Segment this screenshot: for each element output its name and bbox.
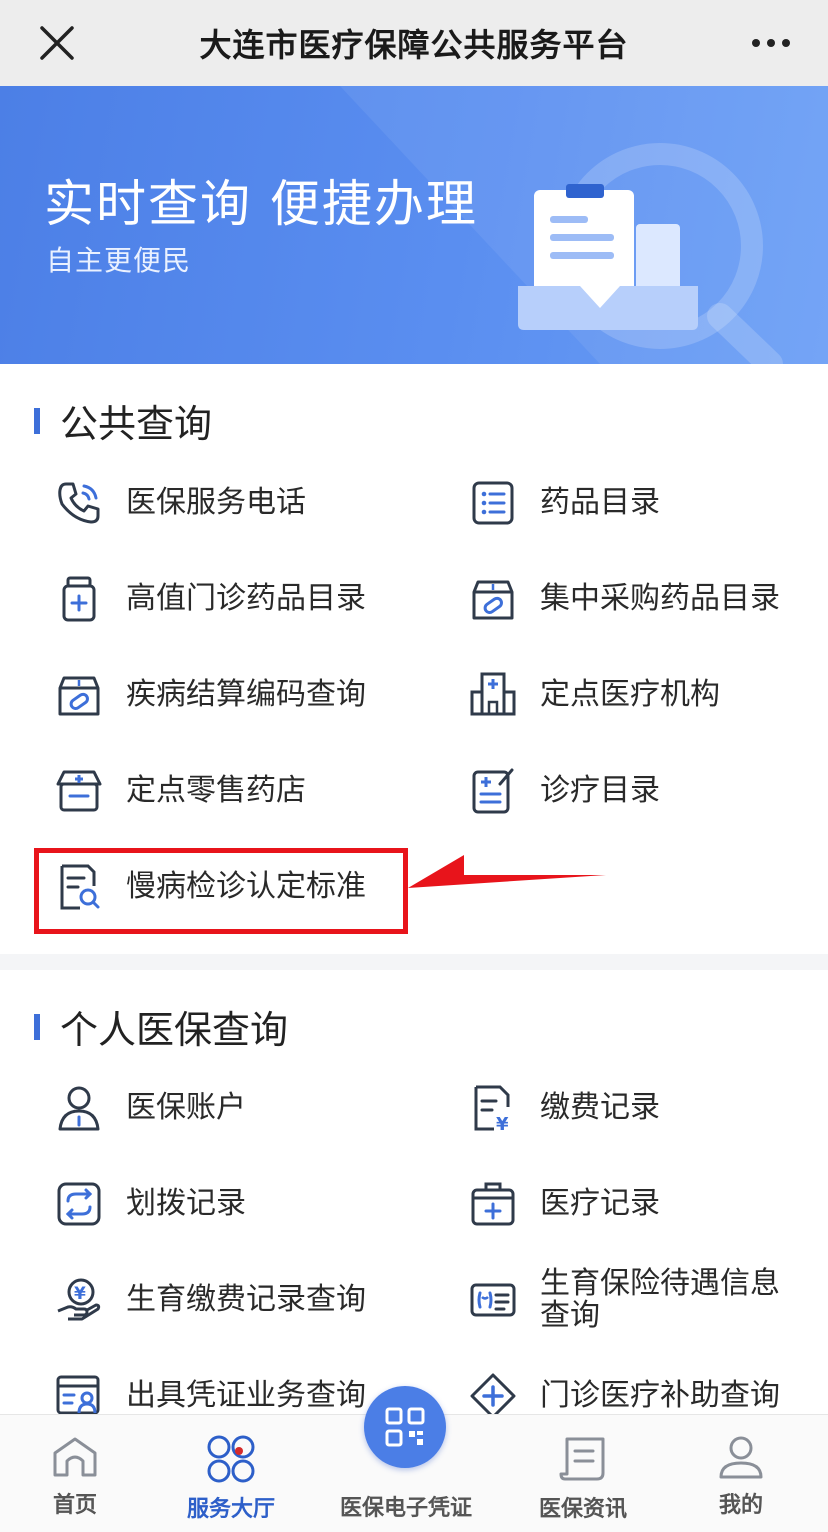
item-maternity-benefit-info[interactable]: 生育保险待遇信息查询 [468,1265,798,1335]
pointer-arrow-icon [408,855,606,888]
section-accent-bar [34,407,40,434]
section-title-text: 公共查询 [60,402,213,446]
item-designated-pharmacy[interactable]: 定点零售药店 [54,756,306,826]
section-title-public-query: 公共查询 [34,393,212,448]
hand-coin-icon: ¥ [57,1278,101,1321]
item-label: 医疗记录 [540,1186,660,1221]
item-label: 划拨记录 [126,1186,246,1221]
svg-text:¥: ¥ [496,1114,509,1133]
payment-document-icon: ¥ [474,1085,510,1133]
item-label: 缴费记录 [540,1090,660,1125]
item-treatment-catalog[interactable]: 诊疗目录 [468,756,660,826]
medicine-box-icon [58,676,100,716]
home-icon [53,1437,97,1477]
item-label: 疾病结算编码查询 [126,677,366,712]
hero-banner: 实时查询 便捷办理 自主更便民 [0,86,828,364]
item-designated-medical-institution[interactable]: 定点医疗机构 [468,660,720,730]
more-icon[interactable] [750,26,792,60]
item-label: 高值门诊药品目录 [126,581,366,616]
banner-subline: 自主更便民 [46,244,192,277]
close-icon[interactable] [36,22,78,64]
qr-code-button[interactable] [364,1386,446,1468]
item-centralized-purchase-catalog[interactable]: 集中采购药品目录 [468,564,780,634]
window-title: 大连市医疗保障公共服务平台 [199,26,629,64]
item-label: 门诊医疗补助查询 [540,1378,780,1413]
section-accent-bar [34,1013,40,1040]
nav-label: 首页 [52,1493,97,1518]
item-payment-records[interactable]: ¥ 缴费记录 [468,1073,660,1143]
section-divider [0,954,828,970]
item-label: 生育保险待遇信息查询 [540,1266,780,1333]
edit-document-icon [472,768,514,814]
item-medical-records[interactable]: 医疗记录 [468,1169,660,1239]
title-bar: 大连市医疗保障公共服务平台 [0,0,828,86]
medicine-bottle-icon [62,576,96,622]
highlight-box [34,848,408,934]
item-label: 定点医疗机构 [540,677,720,712]
banner-headline: 实时查询 便捷办理 [44,175,478,233]
item-label: 定点零售药店 [126,773,306,808]
transfer-icon [57,1182,101,1226]
nav-insurance-news[interactable]: 医保资讯 [528,1415,638,1532]
news-scroll-icon [559,1437,605,1481]
nav-home[interactable]: 首页 [30,1415,120,1532]
nav-label: 我的 [718,1493,763,1518]
user-icon [719,1436,763,1479]
svg-text:¥: ¥ [74,1284,86,1304]
nav-mine[interactable]: 我的 [696,1415,786,1532]
item-label: 诊疗目录 [540,773,660,808]
nav-e-certificate-label[interactable]: 医保电子凭证 [326,1490,486,1522]
item-label: 医保账户 [126,1090,246,1125]
item-drug-catalog[interactable]: 药品目录 [468,468,660,538]
medical-kit-icon [471,1182,515,1226]
section-title-text: 个人医保查询 [60,1008,289,1052]
item-label: 生育缴费记录查询 [126,1282,366,1317]
item-high-value-drug-catalog[interactable]: 高值门诊药品目录 [54,564,366,634]
nav-service-hall[interactable]: 服务大厅 [176,1415,286,1532]
service-hall-icon [207,1435,255,1483]
item-label: 出具凭证业务查询 [126,1378,366,1413]
nav-label: 医保资讯 [538,1497,627,1522]
item-transfer-records[interactable]: 划拨记录 [54,1169,246,1239]
item-maternity-payment-records[interactable]: ¥ 生育缴费记录查询 [54,1265,366,1335]
pill-box-icon [472,580,514,620]
item-label: 医保服务电话 [126,485,306,520]
section-title-personal-query: 个人医保查询 [34,999,288,1054]
hospital-icon [470,672,516,716]
item-label: 药品目录 [540,485,660,520]
nav-label: 服务大厅 [186,1497,275,1522]
person-icon [58,1086,100,1131]
phone-icon [58,482,100,524]
qr-code-icon [385,1407,425,1447]
item-label: 集中采购药品目录 [540,581,780,616]
id-card-icon [470,1283,516,1317]
item-insurance-account[interactable]: 医保账户 [54,1073,246,1143]
pharmacy-icon [56,770,102,812]
list-icon [472,481,514,525]
item-insurance-phone[interactable]: 医保服务电话 [54,468,306,538]
item-disease-settlement-code[interactable]: 疾病结算编码查询 [54,660,366,730]
